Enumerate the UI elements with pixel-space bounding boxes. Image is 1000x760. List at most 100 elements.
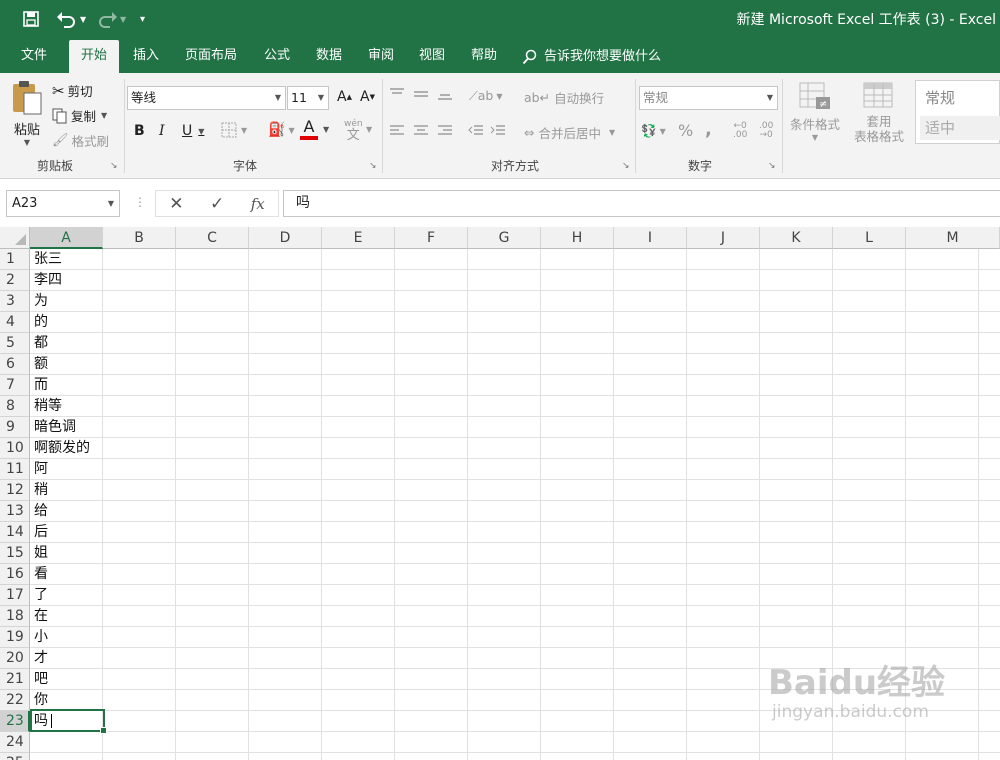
column-header-l[interactable]: L [833, 227, 906, 249]
row-header[interactable]: 3 [0, 291, 30, 312]
column-header-h[interactable]: H [541, 227, 614, 249]
cell-a8[interactable]: 稍等 [31, 396, 103, 416]
row-header[interactable]: 24 [0, 732, 30, 753]
column-header-d[interactable]: D [249, 227, 322, 249]
cell-a10[interactable]: 啊额发的 [31, 438, 103, 458]
row-header[interactable]: 23 [0, 711, 30, 732]
paste-button[interactable]: 粘贴 ▼ [10, 79, 44, 147]
row-header[interactable]: 19 [0, 627, 30, 648]
cell-a4[interactable]: 的 [31, 312, 103, 332]
phonetic-dropdown-icon[interactable]: ▼ [366, 125, 372, 134]
enter-icon[interactable]: ✓ [210, 194, 224, 214]
column-header-b[interactable]: B [103, 227, 176, 249]
align-center-icon[interactable] [413, 123, 429, 137]
tab-page-layout[interactable]: 页面布局 [177, 40, 245, 73]
cancel-icon[interactable]: ✕ [169, 194, 183, 214]
column-header-f[interactable]: F [395, 227, 468, 249]
cell-a12[interactable]: 稍 [31, 480, 103, 500]
format-as-table-button[interactable]: 套用 表格格式 [847, 81, 911, 144]
formula-input[interactable]: 吗 [283, 190, 1000, 217]
cell-a3[interactable]: 为 [31, 291, 103, 311]
row-header[interactable]: 12 [0, 480, 30, 501]
copy-button[interactable]: 复制 ▼ [52, 106, 107, 125]
borders-button[interactable]: ▼ [221, 122, 247, 138]
row-header[interactable]: 25 [0, 753, 30, 760]
cell-a17[interactable]: 了 [31, 585, 103, 605]
select-all-button[interactable] [0, 227, 30, 249]
cell-a11[interactable]: 阿 [31, 459, 103, 479]
row-header[interactable]: 21 [0, 669, 30, 690]
font-color-dropdown-icon[interactable]: ▼ [323, 125, 329, 134]
column-header-j[interactable]: J [687, 227, 760, 249]
cell-a1[interactable]: 张三 [31, 249, 103, 269]
orientation-button[interactable]: ⟋ab ▼ [469, 88, 503, 104]
row-header[interactable]: 20 [0, 648, 30, 669]
column-header-e[interactable]: E [322, 227, 395, 249]
row-header[interactable]: 16 [0, 564, 30, 585]
row-header[interactable]: 18 [0, 606, 30, 627]
increase-indent-icon[interactable] [490, 123, 506, 137]
align-bottom-icon[interactable] [437, 87, 453, 101]
tab-formulas[interactable]: 公式 [255, 40, 299, 73]
accounting-format-button[interactable]: 💱 ▼ [641, 123, 666, 139]
tab-data[interactable]: 数据 [307, 40, 351, 73]
column-header-k[interactable]: K [760, 227, 833, 249]
style-neutral[interactable]: 适中 [920, 116, 1000, 140]
column-header-m[interactable]: M [906, 227, 1000, 249]
row-header[interactable]: 9 [0, 417, 30, 438]
cell-a5[interactable]: 都 [31, 333, 103, 353]
column-header-c[interactable]: C [176, 227, 249, 249]
number-format-select[interactable]: 常规 ▼ [639, 86, 778, 110]
row-header[interactable]: 10 [0, 438, 30, 459]
tell-me-search[interactable]: 告诉我你想要做什么 [522, 40, 661, 73]
column-header-i[interactable]: I [614, 227, 687, 249]
shrink-font-button[interactable]: A ▼ [360, 89, 375, 105]
font-name-select[interactable]: 等线 ▼ [127, 86, 286, 110]
italic-button[interactable]: I [159, 123, 165, 139]
customize-toolbar-icon[interactable]: ▾ [140, 8, 145, 30]
font-size-select[interactable]: 11 ▼ [287, 86, 329, 110]
row-header[interactable]: 4 [0, 312, 30, 333]
tab-review[interactable]: 审阅 [359, 40, 403, 73]
format-painter-button[interactable]: 🖌 格式刷 [52, 131, 109, 150]
align-top-icon[interactable] [389, 87, 405, 101]
row-header[interactable]: 1 [0, 249, 30, 270]
decrease-indent-icon[interactable] [468, 123, 484, 137]
decrease-decimal-icon[interactable]: .00 →0 [759, 122, 773, 140]
row-header[interactable]: 22 [0, 690, 30, 711]
tab-insert[interactable]: 插入 [125, 40, 167, 73]
cell-a13[interactable]: 给 [31, 501, 103, 521]
cell-a20[interactable]: 才 [31, 648, 103, 668]
tab-view[interactable]: 视图 [410, 40, 454, 73]
cell-a21[interactable]: 吧 [31, 669, 103, 689]
row-header[interactable]: 6 [0, 354, 30, 375]
cell-a16[interactable]: 看 [31, 564, 103, 584]
comma-button[interactable]: , [705, 119, 712, 140]
cell-a18[interactable]: 在 [31, 606, 103, 626]
align-left-icon[interactable] [389, 123, 405, 137]
cell-a25[interactable] [31, 753, 103, 760]
bold-button[interactable]: B [134, 123, 145, 139]
tab-file[interactable]: 文件 [10, 40, 58, 73]
clipboard-launcher-icon[interactable]: ↘ [110, 161, 118, 171]
number-launcher-icon[interactable]: ↘ [768, 161, 776, 171]
tab-help[interactable]: 帮助 [462, 40, 506, 73]
insert-function-icon[interactable]: fx [251, 195, 265, 213]
cell-a6[interactable]: 额 [31, 354, 103, 374]
style-normal[interactable]: 常规 [920, 85, 1000, 111]
row-header[interactable]: 14 [0, 522, 30, 543]
cell-a22[interactable]: 你 [31, 690, 103, 710]
underline-button[interactable]: U ▼ [182, 123, 204, 139]
alignment-launcher-icon[interactable]: ↘ [622, 161, 630, 171]
row-header[interactable]: 15 [0, 543, 30, 564]
active-cell[interactable] [30, 709, 107, 734]
wrap-text-button[interactable]: ab↵ 自动换行 [524, 88, 604, 107]
redo-icon[interactable]: ▼ [96, 8, 126, 30]
cell-a24[interactable] [31, 732, 103, 752]
row-header[interactable]: 5 [0, 333, 30, 354]
row-header[interactable]: 17 [0, 585, 30, 606]
align-middle-icon[interactable] [413, 87, 429, 101]
column-header-a[interactable]: A [30, 227, 103, 249]
row-header[interactable]: 2 [0, 270, 30, 291]
undo-icon[interactable]: ▼ [56, 8, 86, 30]
